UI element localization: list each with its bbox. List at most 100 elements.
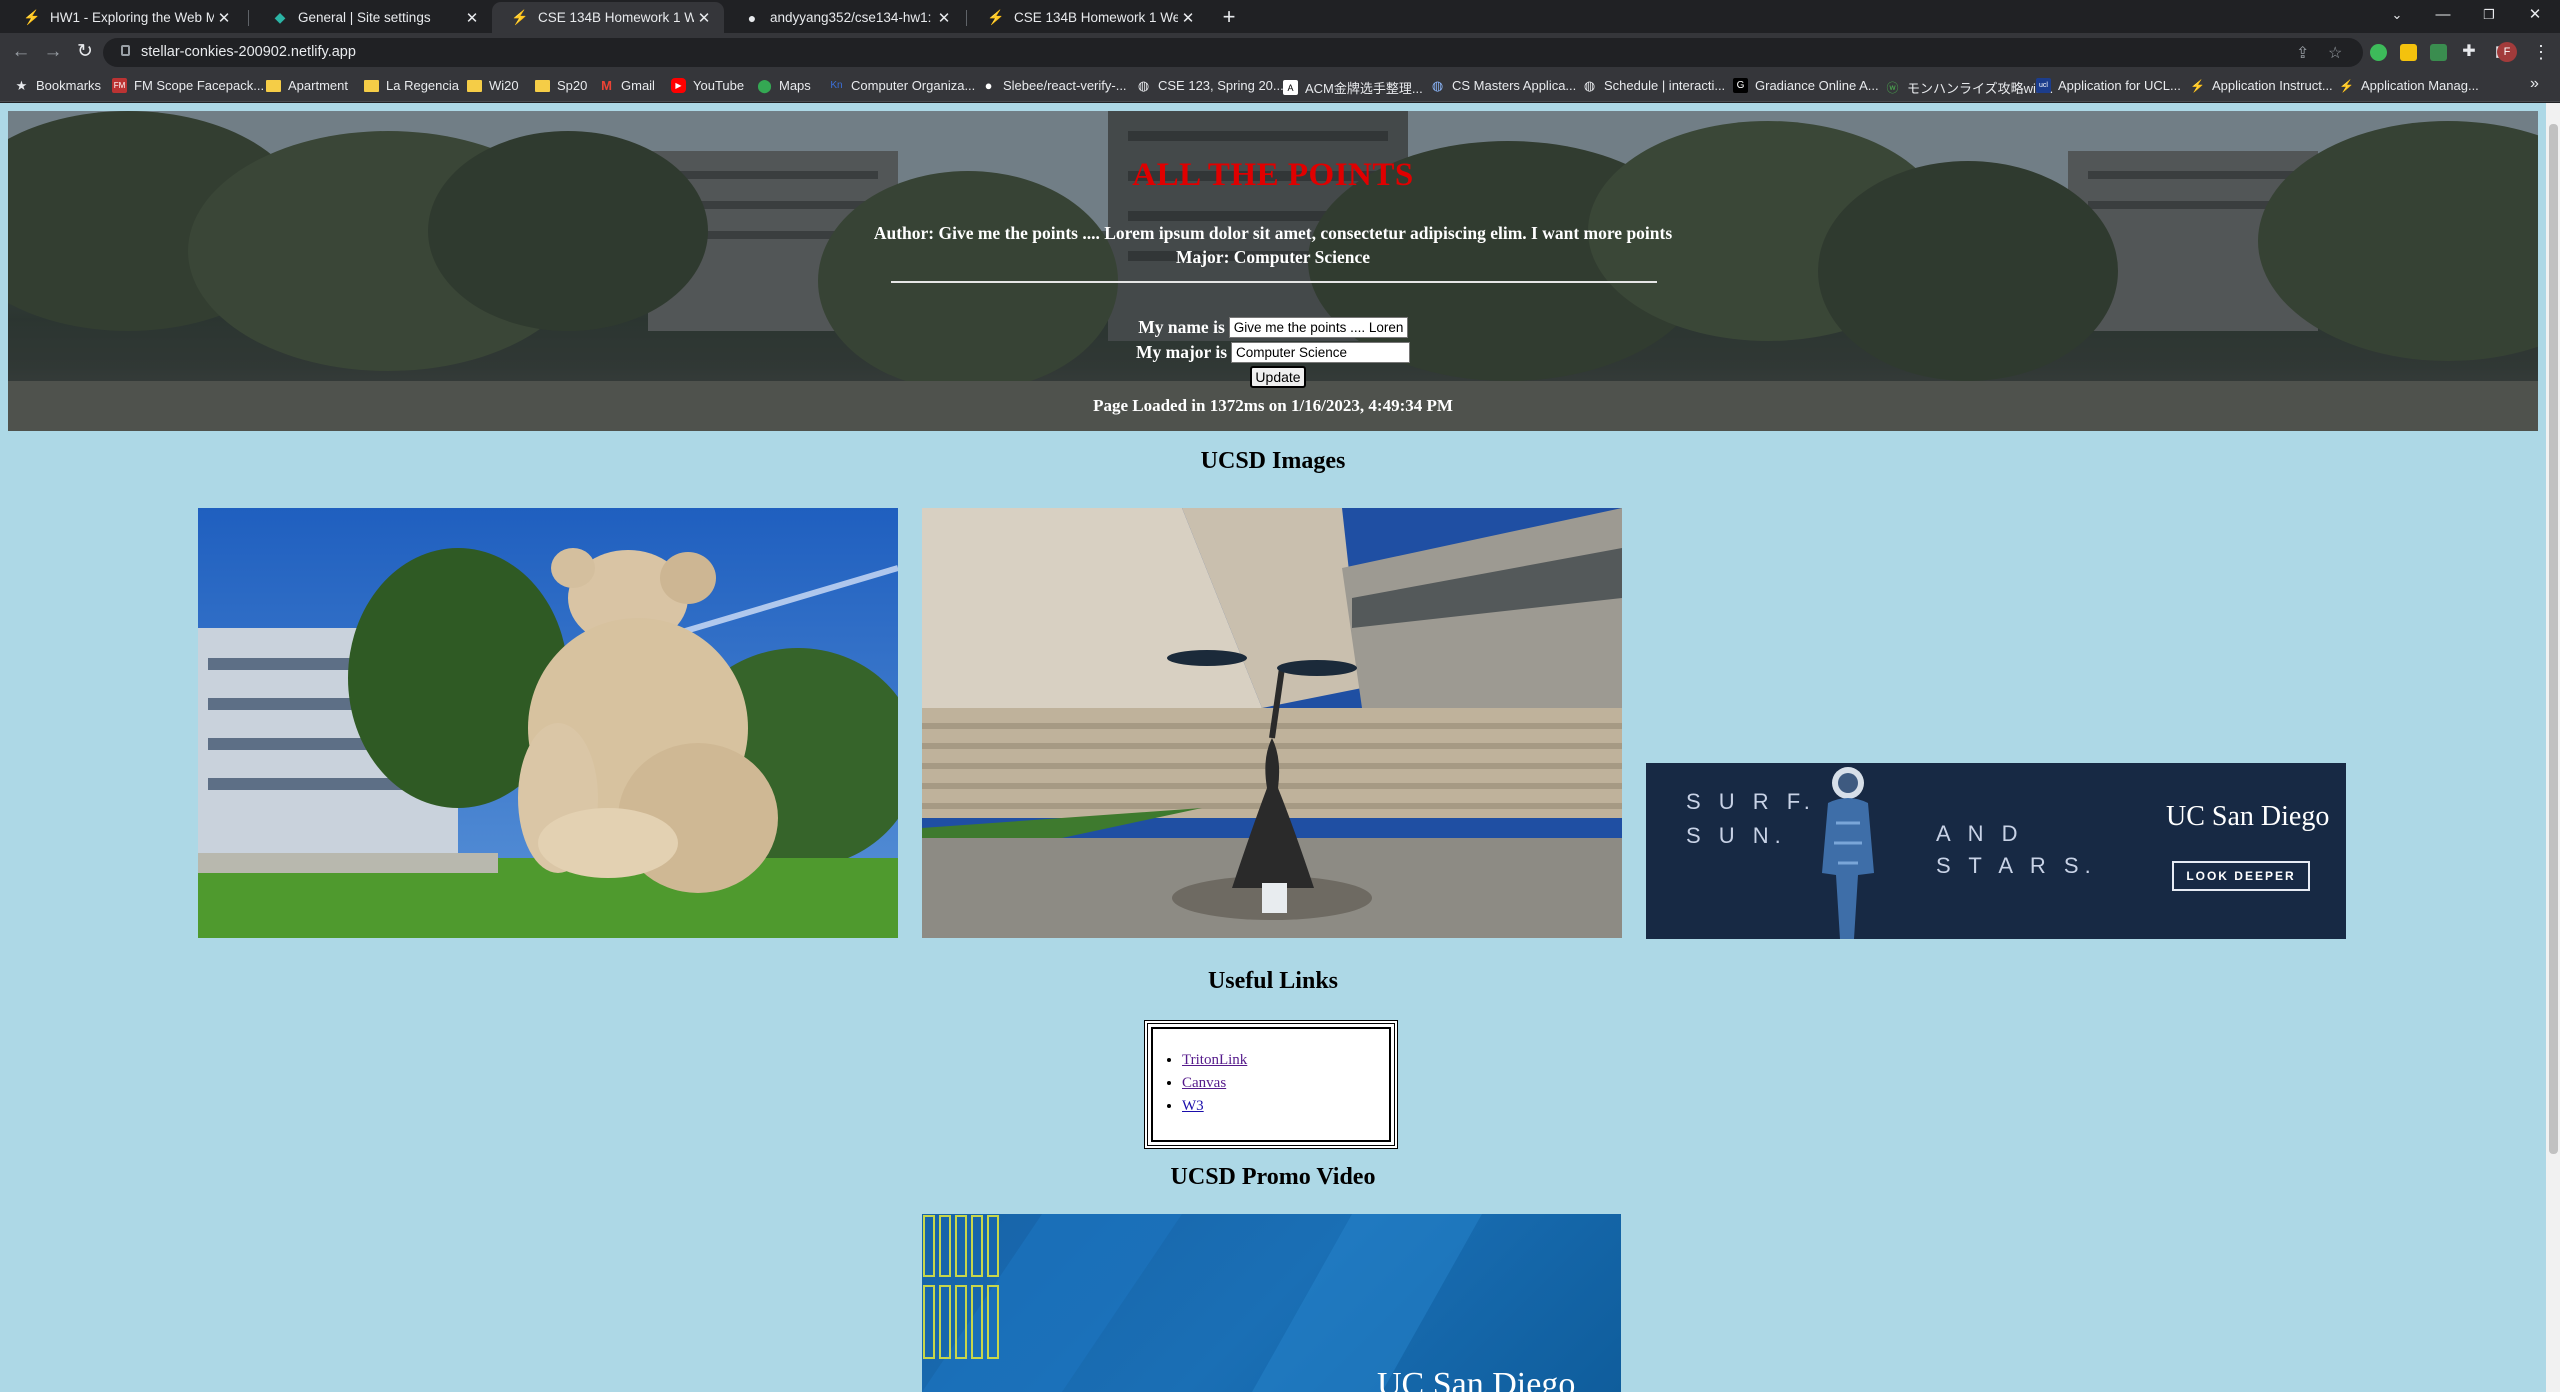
page-load-status: Page Loaded in 1372ms on 1/16/2023, 4:49… — [1093, 396, 1453, 415]
tab-cse134b-active[interactable]: ⚡ CSE 134B Homework 1 Website ✕ — [492, 2, 724, 33]
tab-title: andyyang352/cse134-hw1: Samp — [770, 10, 934, 25]
tab-hw1[interactable]: ⚡ HW1 - Exploring the Web Mediu ✕ — [4, 2, 244, 33]
bookmark-label: Bookmarks — [36, 78, 102, 93]
forward-button[interactable]: → — [38, 37, 68, 67]
extension-grammarly-icon[interactable] — [2370, 44, 2387, 61]
tab-separator — [966, 10, 967, 26]
close-icon[interactable]: ✕ — [694, 9, 714, 27]
close-icon[interactable]: ✕ — [1178, 9, 1198, 27]
bookmark-label: CS Masters Applica... — [1452, 78, 1577, 93]
bookmark-sp20[interactable]: Sp20 — [535, 78, 587, 93]
bookmark-application-management[interactable]: ⚡ Application Manag... — [2339, 78, 2479, 93]
github-icon: ● — [984, 78, 993, 93]
hero-header: ALL THE POINTS Author: Give me the point… — [8, 111, 2538, 431]
close-icon[interactable]: ✕ — [934, 9, 954, 27]
restore-button[interactable]: ❐ — [2466, 0, 2512, 32]
reload-button[interactable]: ↻ — [70, 37, 100, 67]
close-icon[interactable]: ✕ — [462, 9, 482, 27]
bookmark-ucl-application[interactable]: ucl Application for UCL... — [2036, 78, 2181, 93]
bookmark-label: モンハンライズ攻略wik... — [1907, 81, 2054, 96]
banner-text-stars: S T A R S. — [1936, 853, 2097, 878]
maps-icon: ⬤ — [757, 77, 772, 93]
lock-icon — [121, 45, 130, 56]
fm-icon: FM — [112, 78, 127, 93]
extension-sheets-icon[interactable] — [2430, 44, 2447, 61]
bookmark-gradiance[interactable]: G Gradiance Online A... — [1733, 78, 1879, 93]
address-bar[interactable]: stellar-conkies-200902.netlify.app ⇪ ☆ — [103, 38, 2363, 67]
folder-icon — [364, 79, 379, 92]
promo-video[interactable]: UC San Diego — [922, 1214, 1621, 1392]
netlify-icon: ⚡ — [987, 9, 1005, 25]
menu-kebab-icon[interactable]: ⋮ — [2526, 37, 2556, 67]
bookmark-acm[interactable]: A ACM金牌选手整理... — [1283, 78, 1423, 97]
major-form-row: My major is — [8, 342, 2538, 363]
globe-icon: ◍ — [1431, 77, 1444, 93]
profile-avatar[interactable]: F — [2497, 42, 2517, 62]
extensions-puzzle-icon[interactable]: ✚ — [2454, 37, 2484, 67]
tab-separator — [248, 10, 249, 26]
list-item: TritonLink — [1182, 1052, 1247, 1069]
tab-site-settings[interactable]: ◆ General | Site settings ✕ — [252, 2, 492, 33]
gmail-icon: M — [601, 78, 612, 93]
tab-github[interactable]: ● andyyang352/cse134-hw1: Samp ✕ — [724, 2, 964, 33]
folder-icon — [266, 79, 281, 92]
extension-notes-icon[interactable] — [2400, 44, 2417, 61]
url-text: stellar-conkies-200902.netlify.app — [141, 44, 356, 60]
bookmark-label: Wi20 — [489, 78, 519, 93]
name-input[interactable] — [1228, 317, 1408, 338]
bookmark-cs-masters[interactable]: ◍ CS Masters Applica... — [1430, 77, 1577, 94]
bookmark-gmail[interactable]: M Gmail — [599, 78, 655, 93]
tab-title: General | Site settings — [298, 10, 431, 25]
astronaut-illustration — [1822, 767, 1874, 939]
bookmark-fm-scope[interactable]: FM FM Scope Facepack... — [112, 78, 264, 93]
bookmarks-bar: ★ Bookmarks FM FM Scope Facepack... Apartm… — [0, 72, 2560, 102]
list-item: Canvas — [1182, 1075, 1247, 1092]
minimize-button[interactable]: — — [2420, 0, 2466, 32]
netlify-icon: ⚡ — [2190, 78, 2205, 93]
back-button[interactable]: ← — [6, 37, 36, 67]
site-icon: A — [1283, 80, 1298, 95]
new-tab-button[interactable]: + — [1215, 4, 1243, 32]
bear-sculpture-image — [198, 508, 898, 938]
header-divider — [891, 281, 1657, 283]
tab-title: HW1 - Exploring the Web Mediu — [50, 10, 214, 25]
bookmark-cse123[interactable]: ◍ CSE 123, Spring 20... — [1136, 78, 1284, 94]
tritonlink-link[interactable]: TritonLink — [1182, 1052, 1247, 1068]
scrollbar-thumb[interactable] — [2549, 124, 2558, 1154]
bookmark-schedule[interactable]: ◍ Schedule | interacti... — [1582, 78, 1725, 94]
major-line: Major: Computer Science — [1175, 247, 1371, 267]
share-icon[interactable]: ⇪ — [2296, 43, 2309, 63]
tab-title: CSE 134B Homework 1 Website — [538, 10, 694, 25]
major-input[interactable] — [1231, 342, 1411, 363]
bookmark-monhun-wiki[interactable]: ⓦ モンハンライズ攻略wik... — [1885, 78, 2053, 97]
bookmark-computer-organization[interactable]: Kn Computer Organiza... — [829, 78, 975, 93]
bookmark-apartment[interactable]: Apartment — [266, 78, 348, 93]
ucsd-surf-sun-stars-banner: S U R F. S U N. A N D S T A R S. UC San … — [1646, 763, 2346, 939]
kn-icon: Kn — [830, 80, 843, 91]
w3-link[interactable]: W3 — [1182, 1098, 1204, 1114]
tab-title: CSE 134B Homework 1 Website — [1014, 10, 1178, 25]
bookmarks-overflow-button[interactable]: » — [2530, 75, 2539, 93]
folder-icon — [467, 79, 482, 92]
bookmark-react-verify[interactable]: ● Slebee/react-verify-... — [981, 78, 1127, 93]
links-list: TritonLink Canvas W3 — [1182, 1052, 1247, 1121]
close-window-button[interactable]: ✕ — [2512, 0, 2558, 32]
bookmark-la-regencia[interactable]: La Regencia — [364, 78, 459, 93]
bookmark-label: Computer Organiza... — [851, 78, 976, 93]
tab-search-button[interactable]: ⌄ — [2374, 0, 2420, 32]
bookmark-application-instructions[interactable]: ⚡ Application Instruct... — [2190, 78, 2333, 93]
video-brand: UC San Diego — [1377, 1366, 1576, 1392]
tab-cse134b[interactable]: ⚡ CSE 134B Homework 1 Website ✕ — [968, 2, 1208, 33]
bookmark-wi20[interactable]: Wi20 — [467, 78, 519, 93]
major-label: My major is — [1135, 342, 1228, 362]
bookmark-youtube[interactable]: ▶ YouTube — [671, 78, 744, 93]
canvas-link[interactable]: Canvas — [1182, 1075, 1226, 1091]
star-icon[interactable]: ☆ — [2328, 43, 2342, 63]
bookmark-all[interactable]: ★ Bookmarks — [14, 78, 102, 94]
bookmark-maps[interactable]: ⬤ Maps — [757, 77, 811, 94]
netlify-icon: ⚡ — [23, 9, 41, 25]
page-title: ALL THE POINTS — [1132, 157, 1414, 193]
close-icon[interactable]: ✕ — [214, 9, 234, 27]
update-button[interactable]: Update — [1250, 366, 1306, 388]
look-deeper-button[interactable]: LOOK DEEPER — [2172, 861, 2310, 891]
